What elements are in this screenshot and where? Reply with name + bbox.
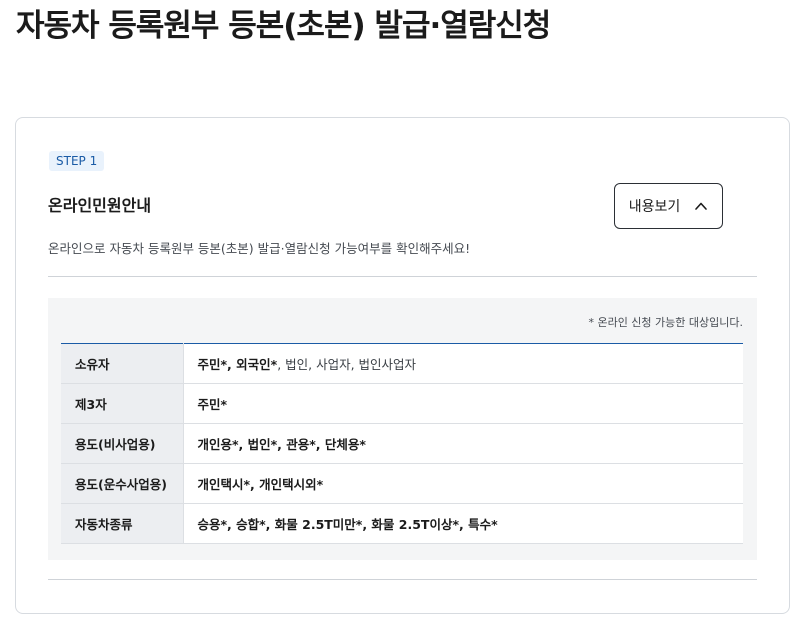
step-badge: STEP 1 (49, 151, 105, 171)
page-title: 자동차 등록원부 등본(초본) 발급·열람신청 (16, 8, 551, 44)
table-row: 제3자 주민* (61, 383, 743, 424)
row-value: 개인용*, 법인*, 관용*, 단체용* (183, 423, 743, 464)
chevron-up-icon (695, 202, 708, 210)
table-row: 용도(비사업용) 개인용*, 법인*, 관용*, 단체용* (61, 423, 743, 464)
step-card: STEP 1 온라인민원안내 내용보기 온라인으로 자동차 등록원부 등본(초본… (15, 117, 790, 614)
row-value: 주민* (183, 383, 743, 424)
divider (48, 579, 757, 580)
row-value-text: 외국인* (236, 357, 278, 372)
section-title: 온라인민원안내 (48, 196, 152, 215)
eligibility-note: * 온라인 신청 가능한 대상입니다. (588, 316, 743, 329)
row-value-text: , 법인, 사업자, 법인사업자 (277, 357, 417, 372)
row-label: 용도(비사업용) (61, 423, 184, 464)
row-value-text: 승용*, 승합*, 화물 2.5T미만*, 화물 2.5T이상*, 특수* (197, 517, 498, 532)
row-value-text: 개인용*, 법인*, 관용*, 단체용* (197, 437, 366, 452)
table-row: 소유자 주민*, 외국인*, 법인, 사업자, 법인사업자 (61, 343, 743, 384)
table-row: 자동차종류 승용*, 승합*, 화물 2.5T미만*, 화물 2.5T이상*, 특… (61, 503, 743, 544)
divider (48, 276, 757, 277)
step-description: 온라인으로 자동차 등록원부 등본(초본) 발급·열람신청 가능여부를 확인해주… (48, 241, 471, 256)
row-label: 자동차종류 (61, 503, 184, 544)
row-value-text: , (227, 357, 237, 372)
row-label: 소유자 (61, 343, 184, 384)
toggle-content-label: 내용보기 (628, 199, 681, 215)
row-label: 용도(운수사업용) (61, 463, 184, 504)
eligibility-table: 소유자 주민*, 외국인*, 법인, 사업자, 법인사업자 제3자 주민* 용도(비사업… (61, 343, 743, 544)
toggle-content-button[interactable]: 내용보기 (614, 183, 723, 229)
row-value-text: 개인택시*, 개인택시외* (197, 477, 324, 492)
row-value: 승용*, 승합*, 화물 2.5T미만*, 화물 2.5T이상*, 특수* (183, 503, 743, 544)
row-value-text: 주민* (197, 397, 228, 412)
eligibility-info-box: * 온라인 신청 가능한 대상입니다. 소유자 주민*, 외국인*, 법인, 사업… (48, 298, 757, 560)
row-value-text: 주민* (197, 357, 228, 372)
table-row: 용도(운수사업용) 개인택시*, 개인택시외* (61, 463, 743, 504)
row-value: 개인택시*, 개인택시외* (183, 463, 743, 504)
row-value: 주민*, 외국인*, 법인, 사업자, 법인사업자 (183, 343, 743, 384)
row-label: 제3자 (61, 383, 184, 424)
